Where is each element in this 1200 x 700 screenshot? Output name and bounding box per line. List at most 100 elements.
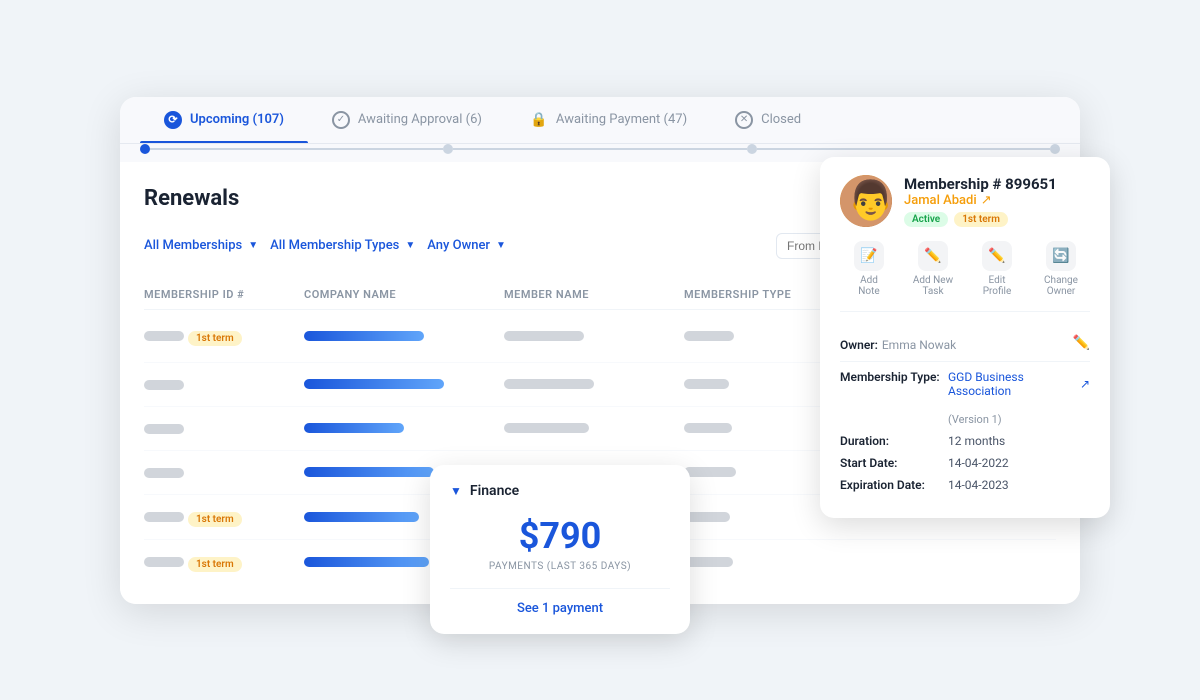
member-bar bbox=[504, 331, 584, 341]
avatar bbox=[840, 175, 892, 227]
all-memberships-filter[interactable]: All Memberships ▼ bbox=[144, 234, 258, 257]
tab-upcoming[interactable]: ⟳ Upcoming (107) bbox=[140, 97, 308, 143]
cell-company-1 bbox=[304, 331, 504, 341]
cell-type-6 bbox=[684, 557, 864, 567]
progress-connector-2 bbox=[453, 148, 746, 150]
page-title: Renewals bbox=[144, 186, 239, 211]
tab-awaiting-payment[interactable]: 🔒 Awaiting Payment (47) bbox=[506, 97, 711, 143]
cell-membership-id-5: 1st term bbox=[144, 507, 304, 527]
detail-info: Membership # 899651 Jamal Abadi ↗ Active… bbox=[904, 175, 1057, 227]
finance-panel: ▼ Finance $790 PAYMENTS (LAST 365 DAYS) … bbox=[430, 465, 690, 634]
field-label-membership-type: Membership Type: bbox=[840, 370, 940, 384]
change-owner-icon: 🔄 bbox=[1046, 241, 1076, 271]
add-note-button[interactable]: 📝 AddNote bbox=[840, 241, 898, 297]
edit-profile-button[interactable]: ✏️ EditProfile bbox=[968, 241, 1026, 297]
owner-filter[interactable]: Any Owner ▼ bbox=[427, 234, 506, 257]
change-owner-label: ChangeOwner bbox=[1044, 275, 1078, 297]
tab-awaiting-approval-icon: ✓ bbox=[332, 111, 350, 129]
col-company-name: COMPANY NAME bbox=[304, 288, 504, 301]
membership-id-bar bbox=[144, 380, 184, 390]
membership-id-bar bbox=[144, 424, 184, 434]
progress-connector-1 bbox=[150, 148, 443, 150]
finance-amount: $790 bbox=[450, 515, 670, 557]
main-panel: ⟳ Upcoming (107) ✓ Awaiting Approval (6)… bbox=[120, 97, 1080, 604]
type-bar bbox=[684, 467, 736, 477]
finance-chevron-icon: ▼ bbox=[450, 484, 462, 498]
change-owner-button[interactable]: 🔄 ChangeOwner bbox=[1032, 241, 1090, 297]
tab-upcoming-icon: ⟳ bbox=[164, 111, 182, 129]
finance-title: Finance bbox=[470, 483, 519, 499]
type-bar bbox=[684, 379, 729, 389]
membership-id-bar bbox=[144, 512, 184, 522]
membership-id-bar bbox=[144, 468, 184, 478]
progress-dot-4 bbox=[1050, 144, 1060, 154]
company-bar bbox=[304, 467, 434, 477]
member-name-link[interactable]: Jamal Abadi ↗ bbox=[904, 193, 1057, 208]
tabs-bar: ⟳ Upcoming (107) ✓ Awaiting Approval (6)… bbox=[120, 97, 1080, 144]
external-link-icon: ↗ bbox=[981, 193, 992, 208]
owner-value: Emma Nowak bbox=[882, 338, 956, 352]
detail-header: Membership # 899651 Jamal Abadi ↗ Active… bbox=[840, 175, 1090, 227]
member-bar bbox=[504, 379, 594, 389]
cell-member-2 bbox=[504, 379, 684, 389]
company-bar bbox=[304, 557, 429, 567]
company-bar bbox=[304, 512, 419, 522]
field-value-duration: 12 months bbox=[948, 434, 1005, 448]
tab-closed-icon: ✕ bbox=[735, 111, 753, 129]
field-value-expiration-date: 14-04-2023 bbox=[948, 478, 1009, 492]
tab-awaiting-payment-label: Awaiting Payment (47) bbox=[556, 112, 687, 127]
company-bar bbox=[304, 379, 444, 389]
membership-number-title: Membership # 899651 bbox=[904, 175, 1057, 193]
type-bar bbox=[684, 423, 732, 433]
avatar-face bbox=[840, 175, 892, 227]
see-payment-link[interactable]: See 1 payment bbox=[450, 601, 670, 616]
field-label-start-date: Start Date: bbox=[840, 456, 940, 470]
cell-membership-id-4 bbox=[144, 463, 304, 482]
detail-field-duration: Duration: 12 months bbox=[840, 434, 1090, 448]
term-badge: 1st term bbox=[954, 212, 1008, 227]
membership-type-link[interactable]: GGD Business Association ↗ bbox=[948, 370, 1090, 398]
progress-connector-3 bbox=[757, 148, 1050, 150]
membership-types-chevron-icon: ▼ bbox=[405, 240, 415, 251]
owner-row: Owner: Emma Nowak ✏️ bbox=[840, 326, 1090, 362]
type-bar bbox=[684, 331, 734, 341]
detail-field-start-date: Start Date: 14-04-2022 bbox=[840, 456, 1090, 470]
membership-type-version: (Version 1) bbox=[948, 413, 1002, 426]
cell-member-1 bbox=[504, 331, 684, 341]
cell-membership-id-2 bbox=[144, 375, 304, 394]
type-bar bbox=[684, 512, 730, 522]
cell-membership-id-3 bbox=[144, 419, 304, 438]
membership-id-bar bbox=[144, 557, 184, 567]
progress-dot-3 bbox=[747, 144, 757, 154]
owner-label: Owner: bbox=[840, 338, 878, 352]
membership-types-filter[interactable]: All Membership Types ▼ bbox=[270, 234, 415, 257]
owner-edit-icon[interactable]: ✏️ bbox=[1073, 335, 1090, 351]
tab-awaiting-approval[interactable]: ✓ Awaiting Approval (6) bbox=[308, 97, 506, 143]
add-note-label: AddNote bbox=[858, 275, 879, 297]
tab-awaiting-approval-label: Awaiting Approval (6) bbox=[358, 112, 482, 127]
owner-info: Owner: Emma Nowak bbox=[840, 334, 956, 353]
membership-number-label: Membership # bbox=[904, 175, 1001, 193]
member-bar bbox=[504, 423, 589, 433]
first-term-badge: 1st term bbox=[188, 557, 242, 572]
add-note-icon: 📝 bbox=[854, 241, 884, 271]
finance-payments-label: PAYMENTS (LAST 365 DAYS) bbox=[450, 561, 670, 572]
tab-closed-label: Closed bbox=[761, 112, 801, 127]
membership-id-bar bbox=[144, 331, 184, 341]
field-value-start-date: 14-04-2022 bbox=[948, 456, 1009, 470]
field-value-membership-type: GGD Business Association ↗ (Version 1) bbox=[948, 370, 1090, 426]
cell-company-2 bbox=[304, 379, 504, 389]
company-bar bbox=[304, 423, 404, 433]
finance-divider bbox=[450, 588, 670, 589]
cell-member-3 bbox=[504, 423, 684, 433]
all-memberships-label: All Memberships bbox=[144, 238, 242, 253]
detail-badges: Active 1st term bbox=[904, 212, 1057, 227]
edit-profile-icon: ✏️ bbox=[982, 241, 1012, 271]
progress-dot-2 bbox=[443, 144, 453, 154]
membership-types-label: All Membership Types bbox=[270, 238, 399, 253]
tab-closed[interactable]: ✕ Closed bbox=[711, 97, 825, 143]
detail-field-membership-type: Membership Type: GGD Business Associatio… bbox=[840, 370, 1090, 426]
detail-field-expiration-date: Expiration Date: 14-04-2023 bbox=[840, 478, 1090, 492]
add-task-button[interactable]: ✏️ Add NewTask bbox=[904, 241, 962, 297]
membership-number-value: 899651 bbox=[1005, 175, 1057, 193]
